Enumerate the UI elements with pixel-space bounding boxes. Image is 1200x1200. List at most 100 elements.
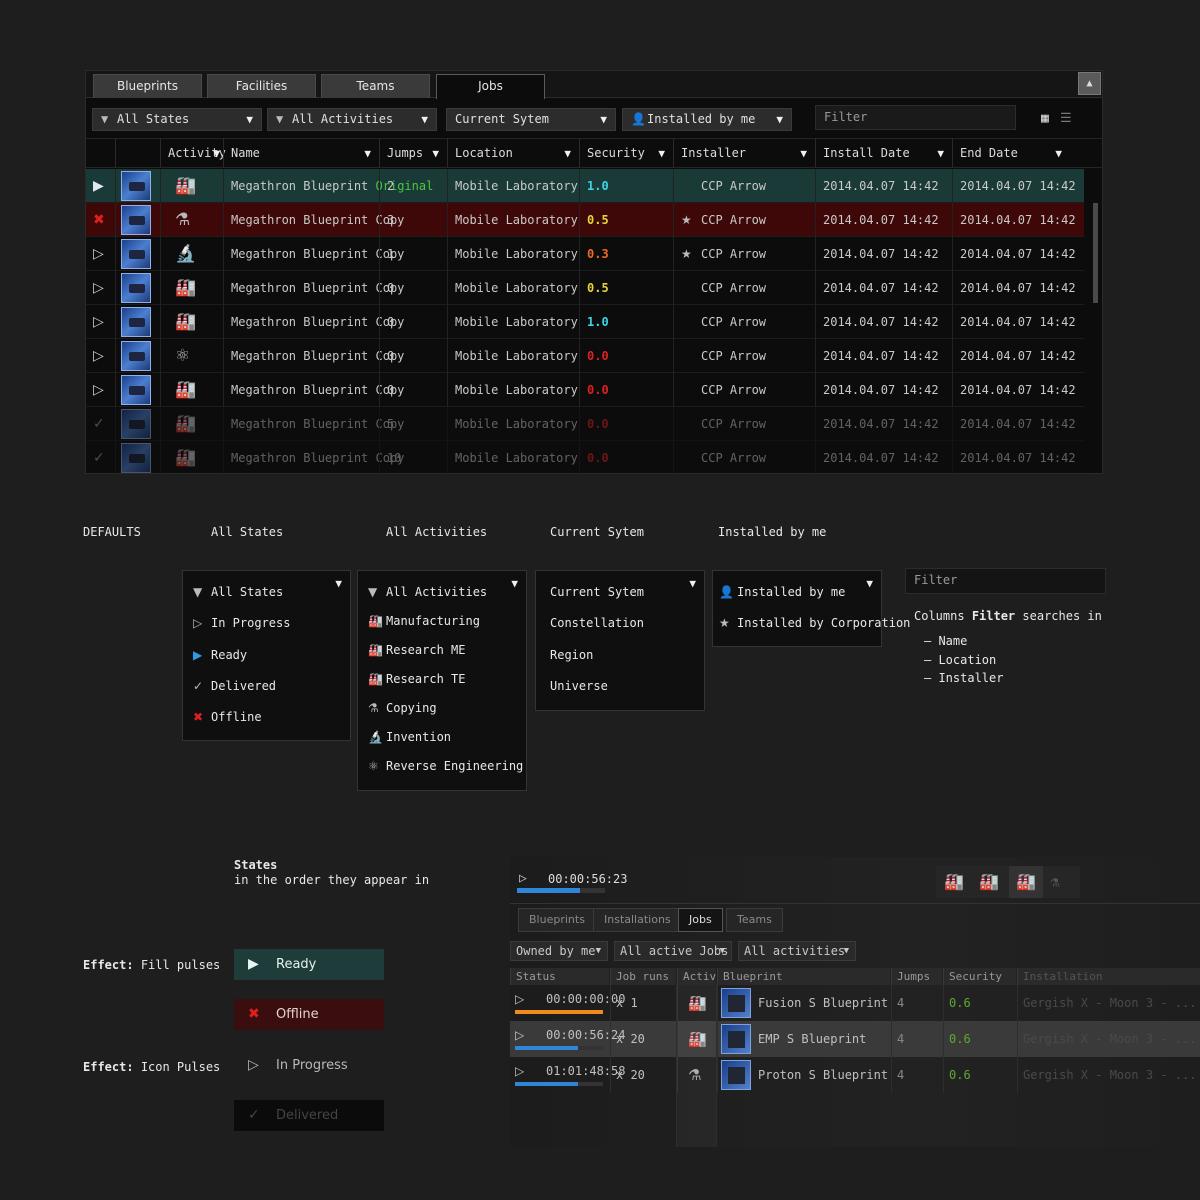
mini-tab-installations[interactable]: Installations [593,908,682,932]
menu-item-in-progress[interactable]: ▷ In Progress [193,616,290,630]
states-dropdown[interactable]: ▼ All States ▼ [92,108,262,131]
menu-item-offline[interactable]: ✖ Offline [193,710,262,724]
atom-icon: ⚛ [368,759,379,773]
system-dropdown-label: Current Sytem [455,112,549,126]
installer-label: CCP Arrow [701,213,767,227]
blueprint-image [721,1024,751,1054]
factory-research-icon[interactable]: 🏭 [979,872,999,891]
table-row[interactable]: ✓ 🏭 Megathron Blueprint Copy 5 Mobile La… [86,407,1084,441]
jobs-dropdown[interactable]: All active Jobs ▼ [614,941,732,961]
menu-item-copying[interactable]: ⚗ Copying [368,701,437,715]
job-location: Mobile Laboratory [447,203,579,237]
mini-tab-teams[interactable]: Teams [726,908,783,932]
mini-col-status[interactable]: Status [510,968,609,985]
list-view-icon[interactable]: ☰ [1060,111,1072,126]
mini-col-blueprint[interactable]: Blueprint [717,968,890,985]
mini-jumps: 4 [891,1057,943,1093]
job-security: 1.0 [579,169,673,203]
blueprint-thumbnail [115,169,160,203]
job-name: Megathron Blueprint Copy [223,271,404,305]
col-install-date[interactable]: Install Date ▼ [815,139,952,168]
mini-job-row[interactable]: ▷ 00:00:00:00 x 1 🏭 Fusion S Blueprint 4… [510,985,1200,1021]
blueprint-thumbnail [115,441,160,475]
col-end-date[interactable]: End Date ▼ [952,139,1084,168]
mini-col-installation[interactable]: Installation [1017,968,1200,985]
table-row[interactable]: ▷ 🏭 Megathron Blueprint Copy 0 Mobile La… [86,373,1084,407]
tab-jobs[interactable]: Jobs [436,74,545,99]
col-jumps[interactable]: Jumps ▼ [379,139,447,168]
mini-col-job-runs[interactable]: Job runs [610,968,676,985]
menu-item-installed-by-corporation[interactable]: ★ Installed by Corporation [719,616,910,630]
job-security: 0.0 [579,441,673,475]
installer-label: CCP Arrow [701,315,767,329]
menu-item-reverse-engineering[interactable]: ⚛ Reverse Engineering [368,759,523,773]
table-row[interactable]: ▷ 🏭 Megathron Blueprint Copy 0 Mobile La… [86,271,1084,305]
factory-icon[interactable]: 🏭 [944,872,964,891]
menu-item-manufacturing[interactable]: 🏭 Manufacturing [368,614,480,628]
activity-quick-icons: 🏭 🏭 🏭 ⚗ [936,866,1080,898]
mini-col-activity[interactable]: Activi [677,968,723,985]
filter-note: Columns Filter searches in [914,609,1102,623]
job-install-date: 2014.04.07 14:42 [815,169,952,203]
table-row[interactable]: ▷ 🏭 Megathron Blueprint Copy 0 Mobile La… [86,305,1084,339]
mini-col-security[interactable]: Security [943,968,1016,985]
menu-item-delivered[interactable]: ✓ Delivered [193,679,276,693]
col-status-thumb [115,139,160,168]
menu-item-universe[interactable]: Universe [550,679,608,693]
mini-job-row[interactable]: ▷ 01:01:48:58 x 20 ⚗ Proton S Blueprint … [510,1057,1200,1093]
chevron-down-icon: ▼ [866,577,873,590]
col-activity[interactable]: Activity ▼ [160,139,226,168]
activities-dropdown[interactable]: ▼ All Activities ▼ [267,108,437,131]
activity-icon: 🏭 [160,441,223,475]
job-name-label: Megathron Blueprint [231,179,369,193]
mini-col-jumps[interactable]: Jumps [891,968,942,985]
mini-tab-blueprints[interactable]: Blueprints [518,908,596,932]
menu-item-research-te[interactable]: 🏭 Research TE [368,672,465,686]
tab-blueprints[interactable]: Blueprints [93,74,202,98]
menu-item-current-system[interactable]: Current Sytem [550,585,644,599]
blueprint-image [121,341,151,371]
play-outline-icon: ▷ [515,1064,525,1078]
job-jumps: 0 [379,339,447,373]
table-row[interactable]: ✖ ⚗ Megathron Blueprint Copy 3 Mobile La… [86,203,1084,237]
collapse-icon[interactable]: ▲ [1078,72,1101,95]
system-dropdown[interactable]: Current Sytem ▼ [446,108,616,131]
menu-item-all-activities[interactable]: ▼ All Activities [368,585,487,599]
chevron-down-icon: ▼ [246,113,253,126]
mini-tab-jobs[interactable]: Jobs [678,908,723,932]
blueprint-image [121,409,151,439]
menu-item-all-states[interactable]: ▼ All States [193,585,283,599]
menu-item-label: Copying [386,701,437,715]
tab-teams[interactable]: Teams [321,74,430,98]
col-installer[interactable]: Installer ▼ [673,139,815,168]
installed-dropdown[interactable]: 👤Installed by me ▼ [622,108,792,131]
table-row[interactable]: ▶ 🏭 Megathron Blueprint Original 2 Mobil… [86,169,1084,203]
job-install-date: 2014.04.07 14:42 [815,441,952,475]
table-row[interactable]: ▷ 🔬 Megathron Blueprint Copy 1 Mobile La… [86,237,1084,271]
scrollbar[interactable] [1093,203,1098,303]
factory-copy-icon[interactable]: 🏭 [1016,872,1036,891]
menu-item-research-me[interactable]: 🏭 Research ME [368,643,465,657]
defaults-filter-input[interactable]: Filter [905,568,1106,594]
menu-item-label: Reverse Engineering [386,759,524,773]
table-row[interactable]: ✓ 🏭 Megathron Blueprint Copy 10 Mobile L… [86,441,1084,475]
state-delivered: ✓ Delivered [234,1100,384,1131]
menu-item-installed-by-me[interactable]: 👤 Installed by me [719,585,845,599]
filter-field-name: – Name [924,634,968,648]
effect-fill-label-bold: Effect: [83,958,134,972]
col-location[interactable]: Location ▼ [447,139,579,168]
mini-activities-dropdown[interactable]: All activities ▼ [738,941,856,961]
mini-job-row[interactable]: ▷ 00:00:56:24 x 20 🏭 EMP S Blueprint 4 0… [510,1021,1200,1057]
menu-item-constellation[interactable]: Constellation [550,616,644,630]
col-security[interactable]: Security ▼ [579,139,673,168]
flask-icon[interactable]: ⚗ [1050,872,1060,891]
tab-facilities[interactable]: Facilities [207,74,316,98]
menu-item-ready[interactable]: ▶ Ready [193,648,247,662]
grid-view-icon[interactable]: ▦ [1041,111,1049,126]
menu-item-region[interactable]: Region [550,648,593,662]
col-name[interactable]: Name ▼ [223,139,379,168]
filter-input[interactable]: Filter [815,105,1016,130]
owner-dropdown[interactable]: Owned by me ▼ [510,941,608,961]
table-row[interactable]: ▷ ⚛ Megathron Blueprint Copy 0 Mobile La… [86,339,1084,373]
menu-item-invention[interactable]: 🔬 Invention [368,730,451,744]
